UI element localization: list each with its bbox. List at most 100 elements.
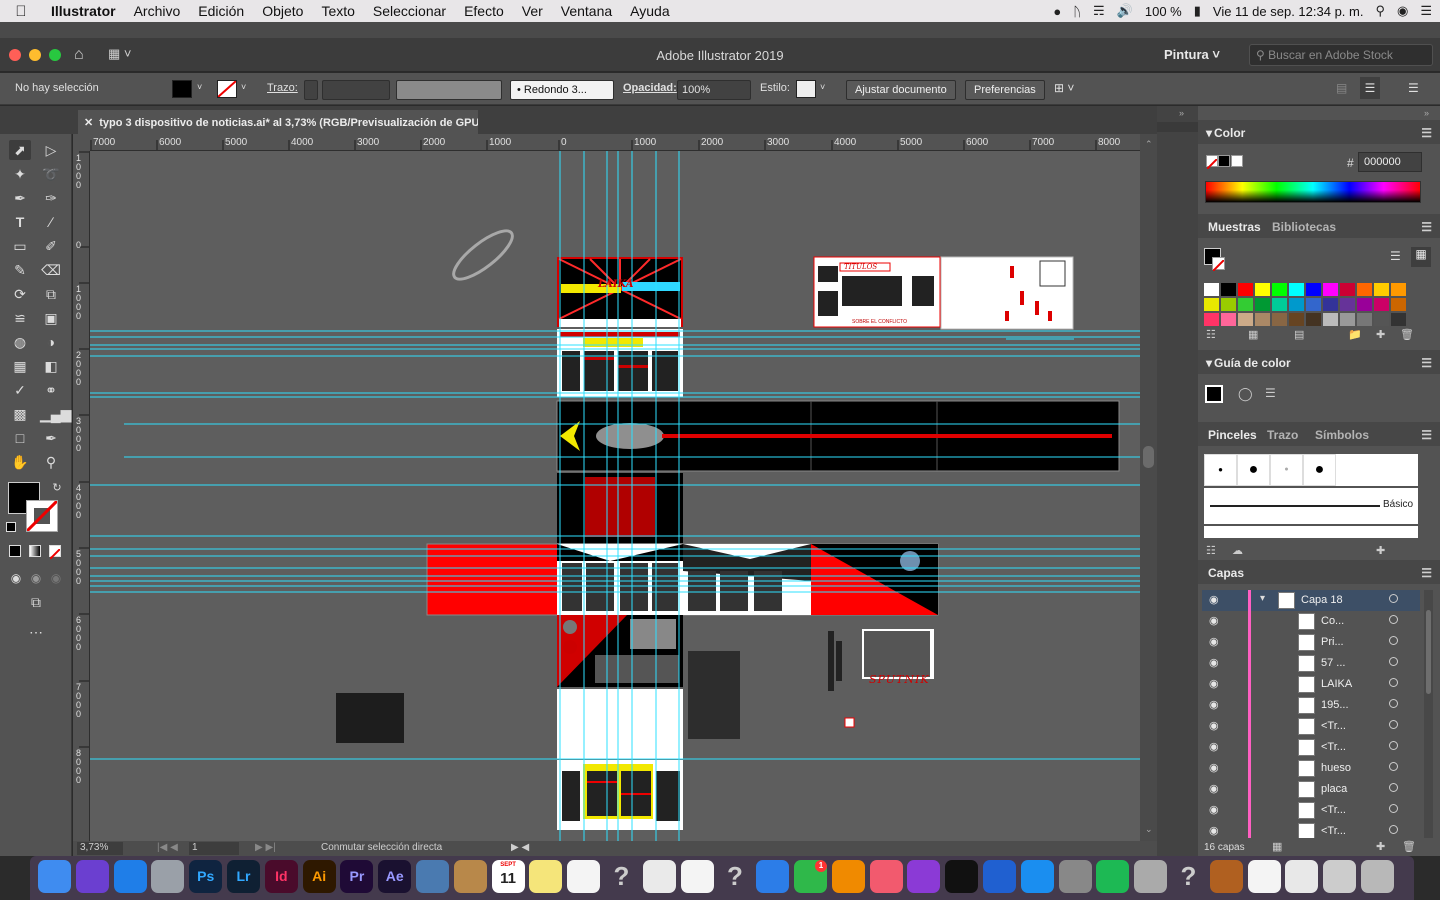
visibility-eye-icon[interactable]: ◉: [1209, 782, 1219, 795]
swatch[interactable]: [1340, 298, 1355, 311]
isolate-icon[interactable]: ▤: [1336, 81, 1347, 95]
layer-target-icon[interactable]: [1389, 783, 1398, 792]
siri-icon[interactable]: ◉: [1397, 3, 1408, 19]
menu-archivo[interactable]: Archivo: [125, 3, 190, 19]
tab-symbols[interactable]: Símbolos: [1315, 428, 1369, 442]
edit-colors-icon[interactable]: ☰: [1265, 386, 1276, 400]
swatch[interactable]: [1340, 283, 1355, 296]
dock-app-contacts-icon[interactable]: [453, 860, 487, 893]
menu-objeto[interactable]: Objeto: [253, 3, 312, 19]
rectangle-tool-icon[interactable]: ▭: [9, 236, 31, 256]
base-color-swatch[interactable]: [1205, 385, 1223, 403]
free-transform-tool-icon[interactable]: ▣: [40, 308, 62, 328]
dock-app-tv-icon[interactable]: [945, 860, 979, 893]
visibility-eye-icon[interactable]: ◉: [1209, 740, 1219, 753]
dock-app--icon[interactable]: ?: [1172, 860, 1205, 893]
swatch[interactable]: [1272, 298, 1287, 311]
menu-ayuda[interactable]: Ayuda: [621, 3, 678, 19]
collect-for-export-icon[interactable]: ▦: [1272, 840, 1282, 853]
layer-row-top[interactable]: ◉ ▾ Capa 18: [1202, 590, 1420, 611]
layers-scroll-thumb[interactable]: [1426, 610, 1431, 694]
color-black-swatch[interactable]: [1218, 155, 1230, 167]
color-guide-menu-icon[interactable]: ☰: [1421, 356, 1432, 370]
swatch[interactable]: [1289, 298, 1304, 311]
layer-row[interactable]: ◉ placa: [1202, 779, 1420, 800]
draw-behind-icon[interactable]: ◉: [25, 568, 47, 588]
selection-tool-icon[interactable]: ⬈: [9, 140, 31, 160]
lasso-tool-icon[interactable]: ➰: [40, 164, 62, 184]
mesh-tool-icon[interactable]: ▦: [9, 356, 31, 376]
fill-color-swatch[interactable]: [172, 80, 192, 98]
graphic-style-swatch[interactable]: [796, 80, 816, 98]
swatch[interactable]: [1255, 313, 1270, 326]
fill-dropdown-icon[interactable]: ˅: [197, 82, 202, 92]
arrange-panels-icon[interactable]: ☰: [1360, 77, 1380, 99]
draw-inside-icon[interactable]: ◉: [45, 568, 67, 588]
dock-app-lr-icon[interactable]: Lr: [227, 860, 260, 893]
color-none-swatch[interactable]: [1206, 155, 1218, 170]
swatch[interactable]: [1323, 313, 1338, 326]
swatch-stroke-indicator[interactable]: [1212, 257, 1225, 272]
ruler-origin[interactable]: [73, 134, 90, 151]
swatch[interactable]: [1221, 283, 1236, 296]
layer-target-icon[interactable]: [1389, 699, 1398, 708]
bluetooth-icon[interactable]: ᚢ: [1073, 4, 1081, 19]
opacity-label[interactable]: Opacidad:: [623, 82, 677, 94]
artboard-number-field[interactable]: 1: [189, 842, 239, 855]
pen-tool-icon[interactable]: ✒: [9, 188, 31, 208]
line-tool-icon[interactable]: ∕: [40, 212, 62, 232]
swatch[interactable]: [1204, 298, 1219, 311]
color-white-swatch[interactable]: [1231, 155, 1243, 167]
menu-edicion[interactable]: Edición: [189, 3, 253, 19]
new-brush-icon[interactable]: ✚: [1376, 544, 1385, 557]
dock-app-id-icon[interactable]: Id: [264, 860, 298, 893]
swatch[interactable]: [1374, 283, 1389, 296]
swatch[interactable]: [1357, 283, 1372, 296]
first-artboard-icon[interactable]: |◀ ◀: [157, 842, 178, 853]
dock-app--icon[interactable]: ?: [605, 860, 638, 893]
fit-document-button[interactable]: Ajustar documento: [846, 80, 956, 100]
adobe-stock-search-input[interactable]: ⚲ Buscar en Adobe Stock: [1249, 44, 1433, 66]
dock-app-launchpad-icon[interactable]: [151, 860, 185, 893]
swatch[interactable]: [1391, 313, 1406, 326]
delete-layer-icon[interactable]: 🗑: [1402, 840, 1416, 853]
symbol-sprayer-tool-icon[interactable]: ▩: [9, 404, 31, 424]
dock-app-ai-icon[interactable]: Ai: [302, 860, 336, 893]
notification-center-icon[interactable]: ☰: [1420, 3, 1432, 19]
spotlight-search-icon[interactable]: ⚲: [1375, 3, 1385, 19]
dock-app-app-store-icon[interactable]: [1020, 860, 1054, 893]
hand-tool-icon[interactable]: ✋: [9, 452, 31, 472]
opacity-field[interactable]: 100%: [677, 80, 751, 100]
layers-scrollbar[interactable]: [1424, 590, 1433, 838]
gradient-mode-icon[interactable]: [29, 545, 41, 557]
menu-seleccionar[interactable]: Seleccionar: [364, 3, 455, 19]
variable-width-profile[interactable]: [396, 80, 502, 100]
swatch[interactable]: [1238, 298, 1253, 311]
swatch[interactable]: [1323, 298, 1338, 311]
visibility-eye-icon[interactable]: ◉: [1209, 761, 1219, 774]
shape-builder-tool-icon[interactable]: ◍: [9, 332, 31, 352]
menu-app-name[interactable]: Illustrator: [42, 3, 125, 19]
brush-tip-tiny[interactable]: ●: [1270, 454, 1303, 486]
gradient-tool-icon[interactable]: ◧: [40, 356, 62, 376]
visibility-eye-icon[interactable]: ◉: [1209, 635, 1219, 648]
layer-row[interactable]: ◉ hueso: [1202, 758, 1420, 779]
tab-libraries[interactable]: Bibliotecas: [1272, 220, 1336, 234]
brushes-panel-menu-icon[interactable]: ☰: [1421, 428, 1432, 442]
dock-app-image-capture-icon[interactable]: [1323, 860, 1357, 893]
dock-app-trash-icon[interactable]: [1361, 860, 1394, 893]
dock-app-spotify-icon[interactable]: [1096, 860, 1130, 893]
dock-app-vlc-icon[interactable]: [831, 860, 865, 893]
dock-app-guitar-icon[interactable]: [1209, 860, 1243, 893]
collapse-panels-icon[interactable]: »: [1424, 108, 1429, 118]
style-dropdown-icon[interactable]: ˅: [820, 82, 825, 92]
dock-app-music-icon[interactable]: [869, 860, 903, 893]
width-tool-icon[interactable]: ≌: [9, 308, 31, 328]
list-view-icon[interactable]: ☰: [1390, 249, 1401, 263]
dock-app-printer-icon[interactable]: [1134, 860, 1168, 893]
layer-row[interactable]: ◉ <Tr...: [1202, 737, 1420, 758]
swatch[interactable]: [1255, 298, 1270, 311]
layer-target-icon[interactable]: [1389, 720, 1398, 729]
artboard-canvas[interactable]: SPUTNIK LAIKA TITULOS SOBRE EL CONFLICTO: [90, 151, 1140, 841]
visibility-eye-icon[interactable]: ◉: [1209, 593, 1219, 606]
